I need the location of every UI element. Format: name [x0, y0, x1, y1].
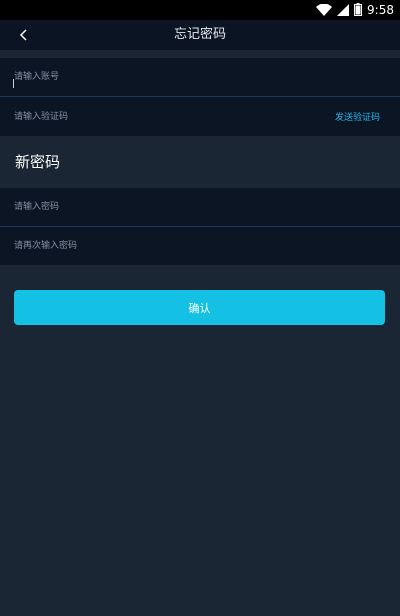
- password-again-input[interactable]: [14, 227, 314, 265]
- chevron-left-icon: [19, 26, 29, 45]
- new-password-heading: 新密码: [15, 153, 61, 171]
- status-bar: 9:58: [0, 0, 400, 20]
- account-row: [0, 58, 400, 97]
- cell-signal-icon: [337, 1, 350, 20]
- verification-code-input[interactable]: [14, 97, 314, 136]
- new-password-section: 新密码: [0, 136, 400, 188]
- app-header: 忘记密码: [0, 20, 400, 50]
- page-title: 忘记密码: [173, 27, 226, 42]
- status-time: 9:58: [367, 3, 394, 17]
- confirm-button[interactable]: 确认: [14, 290, 385, 325]
- account-input[interactable]: [14, 58, 314, 96]
- back-button[interactable]: [12, 23, 36, 47]
- send-code-button[interactable]: 发送验证码: [335, 97, 380, 136]
- password-input[interactable]: [14, 188, 314, 226]
- password-row: [0, 188, 400, 227]
- wifi-icon: [316, 1, 333, 20]
- text-cursor: [13, 79, 14, 88]
- code-row: 发送验证码: [0, 97, 400, 136]
- password-again-row: [0, 227, 400, 265]
- battery-icon: [354, 1, 363, 20]
- status-icons: 9:58: [316, 2, 394, 18]
